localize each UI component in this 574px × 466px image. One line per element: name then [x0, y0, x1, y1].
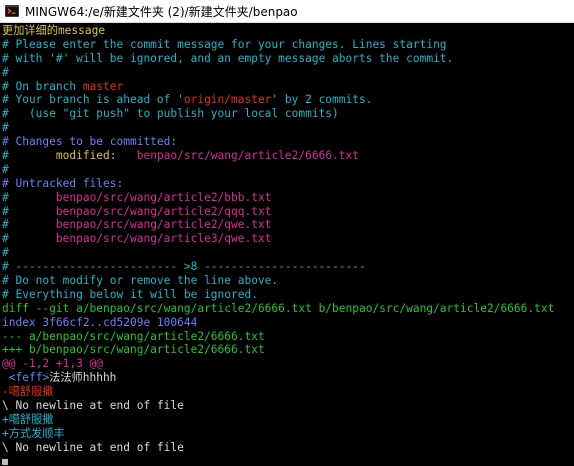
terminal-line: index 3f66cf2..cd5209e 100644	[2, 316, 574, 330]
terminal-text: modified:	[8, 149, 137, 163]
terminal-text: #	[2, 121, 9, 135]
terminal-text: benpao/src/wang/article2/bbb.txt	[8, 190, 272, 204]
terminal-line: diff --git a/benpao/src/wang/article2/66…	[2, 302, 574, 316]
terminal-text: index 3f66cf2..cd5209e 100644	[2, 315, 198, 329]
terminal-line: # (use "git push" to publish your local …	[2, 107, 574, 121]
terminal-text: #	[2, 65, 9, 79]
terminal-line: # benpao/src/wang/article2/qqq.txt	[2, 205, 574, 219]
terminal-line: # Changes to be committed:	[2, 135, 574, 149]
terminal-text: \ No newline at end of file	[2, 399, 184, 413]
terminal-line: # On branch master	[2, 80, 574, 94]
terminal-line: # Untracked files:	[2, 177, 574, 191]
terminal-text: +方式发顺丰	[2, 426, 65, 440]
terminal-line: #	[2, 66, 574, 80]
terminal-line: # Everything below it will be ignored.	[2, 288, 574, 302]
terminal-text: # ------------------------ >8 ----------…	[2, 260, 366, 274]
terminal-line: +方式发顺丰	[2, 427, 574, 441]
terminal-text: #	[2, 232, 9, 246]
terminal-text: 更加详细的message	[2, 24, 106, 37]
terminal-line: #	[2, 163, 574, 177]
terminal-line: #	[2, 121, 574, 135]
terminal-line: \ No newline at end of file	[2, 399, 574, 413]
terminal-line: # ------------------------ >8 ----------…	[2, 260, 574, 274]
terminal-line: #	[2, 246, 574, 260]
terminal-line: # Do not modify or remove the line above…	[2, 274, 574, 288]
terminal-text: #	[2, 149, 9, 163]
terminal-text: # Untracked files:	[2, 176, 124, 190]
terminal-text: --- a/benpao/src/wang/article2/6666.txt	[2, 329, 265, 343]
terminal-line: # benpao/src/wang/article2/bbb.txt	[2, 191, 574, 205]
terminal-line: --- a/benpao/src/wang/article2/6666.txt	[2, 330, 574, 344]
terminal-output[interactable]: 更加详细的message # Please enter the commit me…	[2, 24, 574, 466]
terminal-text: #	[2, 204, 9, 218]
terminal-line: +++ b/benpao/src/wang/article2/6666.txt	[2, 343, 574, 357]
terminal-text: #	[2, 218, 9, 232]
terminal-window: MINGW64:/e/新建文件夹 (2)/新建文件夹/benpao 更加详细的m…	[0, 0, 574, 466]
terminal-text: \ No newline at end of file	[2, 440, 184, 454]
terminal-text: # Everything below it will be ignored.	[2, 287, 258, 301]
terminal-line: @@ -1,2 +1,3 @@	[2, 357, 574, 371]
terminal-text: 法法师hhhhh	[49, 371, 117, 385]
terminal-text: # with '#' will be ignored, and an empty…	[2, 51, 454, 65]
terminal-text: benpao/src/wang/article2/6666.txt	[136, 149, 360, 163]
terminal-text: benpao/src/wang/article2/qwe.txt	[8, 218, 272, 232]
terminal-line: # Your branch is ahead of 'origin/master…	[2, 93, 574, 107]
terminal-text: +噶舒服撒	[2, 412, 54, 426]
terminal-text: #	[2, 190, 9, 204]
terminal-line: # benpao/src/wang/article3/qwe.txt	[2, 232, 574, 246]
terminal-text: benpao/src/wang/article2/qqq.txt	[8, 204, 272, 218]
terminal-line: # modified: benpao/src/wang/article2/666…	[2, 149, 574, 163]
terminal-line: # Please enter the commit message for yo…	[2, 38, 574, 52]
terminal-line: # benpao/src/wang/article2/qwe.txt	[2, 218, 574, 232]
terminal-text: # (use "git push" to publish your local …	[2, 107, 339, 121]
window-title: MINGW64:/e/新建文件夹 (2)/新建文件夹/benpao	[25, 4, 298, 19]
terminal-text: <feff>	[8, 371, 50, 385]
terminal-text: # Do not modify or remove the line above…	[2, 274, 279, 288]
terminal-text: # On branch	[2, 79, 83, 93]
terminal-line: \ No newline at end of file	[2, 441, 574, 455]
terminal-text: # Your branch is ahead of '	[2, 93, 184, 107]
terminal-text: @@ -1,2 +1,3 @@	[2, 357, 104, 371]
terminal-text: ' by 2 commits.	[271, 93, 373, 107]
terminal-line: <feff>法法师hhhhh	[2, 371, 574, 385]
terminal-text: #	[2, 246, 9, 260]
terminal-text: +++ b/benpao/src/wang/article2/6666.txt	[2, 343, 265, 357]
terminal-text: master	[82, 79, 124, 93]
terminal-line: +噶舒服撒	[2, 413, 574, 427]
terminal-text: -噶舒服撒	[2, 385, 54, 399]
terminal-text: #	[2, 162, 9, 176]
terminal-text: diff --git a/benpao/src/wang/article2/66…	[2, 301, 555, 315]
terminal-line: 更加详细的message	[2, 24, 574, 38]
terminal-cursor	[2, 459, 8, 465]
terminal-text: # Changes to be committed:	[2, 135, 178, 149]
terminal-line: -噶舒服撒	[2, 385, 574, 399]
terminal-text: origin/master	[183, 93, 272, 107]
mingw-git-icon	[5, 5, 19, 17]
title-bar[interactable]: MINGW64:/e/新建文件夹 (2)/新建文件夹/benpao	[0, 0, 574, 23]
terminal-text: # Please enter the commit message for yo…	[2, 37, 447, 51]
terminal-line: # with '#' will be ignored, and an empty…	[2, 52, 574, 66]
terminal-text: benpao/src/wang/article3/qwe.txt	[8, 232, 272, 246]
